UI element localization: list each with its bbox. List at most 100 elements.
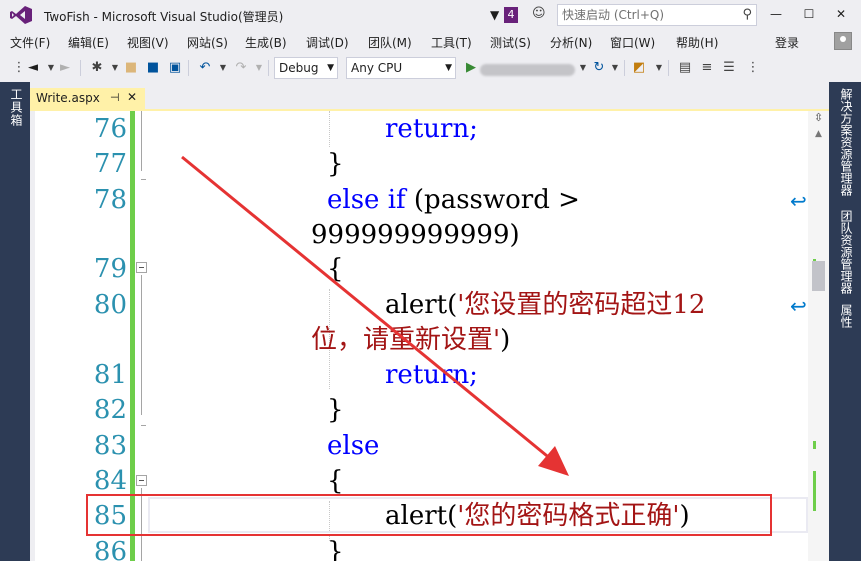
string-literal: '您的密码格式正确': [457, 501, 680, 531]
menu-view[interactable]: 视图(V): [127, 34, 169, 51]
platform-value: Any CPU: [351, 61, 403, 75]
code-line-80-wrap: 位，请重新设置'): [311, 322, 510, 358]
toolbox-panel[interactable]: 工具箱: [0, 82, 30, 561]
browser-target-redacted[interactable]: [480, 64, 575, 76]
split-window-icon[interactable]: ⇳: [812, 111, 825, 127]
code-line-83: else: [327, 428, 379, 464]
code-text: return;: [385, 114, 478, 144]
code-text: ): [500, 325, 511, 355]
properties-tab[interactable]: 属性: [838, 304, 855, 328]
format-document-icon[interactable]: ≡: [698, 59, 716, 77]
line-number: 86: [93, 537, 127, 561]
vertical-scrollbar[interactable]: ⇳ ▲: [808, 111, 829, 561]
code-text: {: [327, 254, 344, 284]
team-explorer-tab[interactable]: 团队资源管理器: [838, 210, 855, 294]
navigate-forward-icon[interactable]: ►: [56, 59, 74, 77]
menu-build[interactable]: 生成(B): [245, 34, 287, 51]
menu-team[interactable]: 团队(M): [368, 34, 412, 51]
code-text: (password >: [405, 185, 580, 215]
line-number: 80: [93, 290, 127, 320]
redo-icon[interactable]: ↷: [232, 59, 250, 77]
chevron-down-icon: ▼: [445, 63, 452, 73]
chevron-down-icon[interactable]: ▼: [250, 59, 268, 77]
new-project-icon[interactable]: ✱: [88, 59, 106, 77]
code-line-84: {: [327, 463, 344, 499]
toolbar-separator: [80, 60, 81, 76]
quick-launch-input[interactable]: [562, 7, 732, 23]
code-text: }: [327, 395, 344, 425]
menu-file[interactable]: 文件(F): [10, 34, 50, 51]
code-line-78: else if (password >: [327, 182, 580, 218]
window-title: TwoFish - Microsoft Visual Studio(管理员): [44, 10, 284, 24]
code-line-80: alert('您设置的密码超过12: [385, 287, 705, 323]
collapse-toggle[interactable]: [136, 262, 147, 273]
code-text: }: [327, 537, 344, 561]
menu-tools[interactable]: 工具(T): [431, 34, 472, 51]
title-bar: TwoFish - Microsoft Visual Studio(管理员) ▼…: [0, 0, 861, 30]
code-text: ): [679, 501, 690, 531]
code-line-85: alert('您的密码格式正确'): [385, 498, 690, 534]
configuration-value: Debug: [279, 61, 319, 75]
menu-debug[interactable]: 调试(D): [306, 34, 349, 51]
toolbar-separator: [188, 60, 189, 76]
chevron-down-icon[interactable]: ▼: [214, 59, 232, 77]
menu-website[interactable]: 网站(S): [187, 34, 228, 51]
close-icon[interactable]: ✕: [127, 90, 137, 104]
collapse-toggle[interactable]: [136, 475, 147, 486]
change-marker: [813, 471, 816, 511]
word-wrap-glyph-icon: ↩: [790, 294, 807, 318]
keyword: else: [327, 431, 380, 461]
quick-launch-box[interactable]: ⚲: [557, 4, 757, 26]
tab-write-aspx[interactable]: Write.aspx ⊣ ✕: [30, 88, 145, 109]
code-text: 999999999999): [311, 220, 520, 250]
scrollbar-thumb[interactable]: [812, 261, 825, 291]
code-line-78-wrap: 999999999999): [311, 217, 520, 253]
outline-line: [141, 488, 142, 561]
code-text: {: [327, 466, 344, 496]
configuration-select[interactable]: Debug ▼: [274, 57, 338, 79]
maximize-button[interactable]: ☐: [797, 4, 821, 24]
line-number: 84: [93, 466, 127, 496]
minimize-button[interactable]: —: [764, 4, 788, 24]
notification-button[interactable]: ▼ 4: [490, 6, 520, 24]
pin-icon[interactable]: ⊣: [110, 91, 120, 104]
menu-analyze[interactable]: 分析(N): [550, 34, 592, 51]
solution-explorer-tab[interactable]: 解决方案资源管理器: [838, 88, 855, 196]
line-number: 85: [93, 501, 127, 531]
scroll-up-icon[interactable]: ▲: [812, 129, 825, 141]
code-line-76: return;: [385, 111, 478, 147]
undo-icon[interactable]: ↶: [196, 59, 214, 77]
menu-edit[interactable]: 编辑(E): [68, 34, 109, 51]
flag-icon: ▼: [490, 8, 500, 22]
code-editor[interactable]: 76 77 78 79 80 81 82 83 84 85 86 return;…: [35, 111, 829, 561]
menu-help[interactable]: 帮助(H): [676, 34, 718, 51]
navigate-back-icon[interactable]: ◄: [24, 59, 42, 77]
line-number: 78: [93, 185, 127, 215]
change-tracking-bar: [130, 111, 135, 561]
search-icon[interactable]: ⚲: [742, 7, 752, 22]
feedback-icon[interactable]: ☺: [532, 6, 546, 21]
start-debug-icon[interactable]: ▶: [462, 59, 480, 77]
save-icon[interactable]: ■: [144, 59, 162, 77]
chevron-down-icon[interactable]: ▼: [606, 59, 624, 77]
code-line-82: }: [327, 392, 344, 428]
indent-icon[interactable]: ☰: [720, 59, 738, 77]
avatar[interactable]: [834, 32, 852, 50]
menu-test[interactable]: 测试(S): [490, 34, 531, 51]
save-all-icon[interactable]: ▣: [166, 59, 184, 77]
toolbar-separator: [668, 60, 669, 76]
document-outline-icon[interactable]: ▤: [676, 59, 694, 77]
line-number: 83: [93, 431, 127, 461]
browser-link-icon[interactable]: ◩: [630, 59, 648, 77]
platform-select[interactable]: Any CPU ▼: [346, 57, 456, 79]
code-line-77: }: [327, 146, 344, 182]
login-link[interactable]: 登录: [775, 34, 799, 51]
chevron-down-icon[interactable]: ▼: [650, 59, 668, 77]
outline-tick: [141, 425, 146, 426]
line-number: 79: [93, 254, 127, 284]
menu-window[interactable]: 窗口(W): [610, 34, 655, 51]
toolbar-overflow-icon[interactable]: ⋮: [744, 59, 762, 77]
close-window-button[interactable]: ✕: [829, 4, 853, 24]
open-folder-icon[interactable]: ■: [122, 59, 140, 77]
tab-label: Write.aspx: [36, 91, 100, 105]
